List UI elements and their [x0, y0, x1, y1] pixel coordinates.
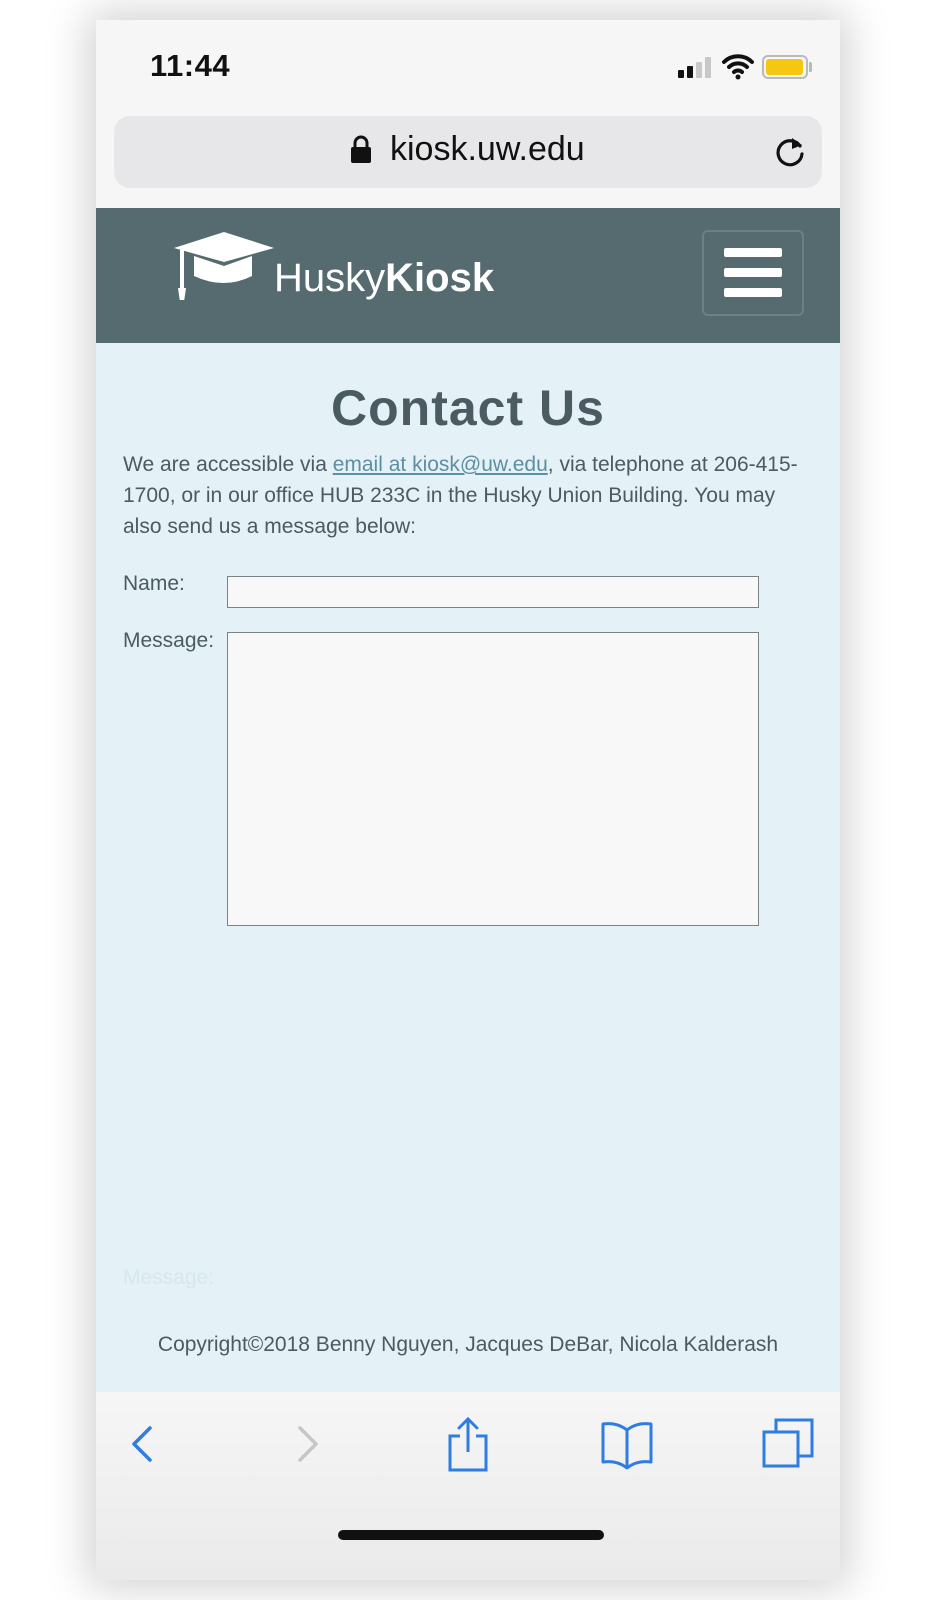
main-content: Contact Us We are accessible via email a… [96, 343, 840, 1398]
intro-text: We are accessible via email at kiosk@uw.… [123, 453, 798, 538]
logo-light-text: Husky [274, 256, 386, 300]
cellular-signal-icon [678, 56, 714, 78]
battery-icon [762, 55, 808, 79]
tabs-icon[interactable] [760, 1416, 816, 1472]
phone-frame: 11:44 kiosk.uw.edu HuskyKiosk Contact Us… [96, 20, 840, 1580]
message-label: Message: [123, 629, 215, 652]
browser-top-bar: 11:44 kiosk.uw.edu [96, 20, 840, 210]
page-title: Contact Us [331, 380, 605, 436]
home-indicator[interactable] [338, 1530, 604, 1540]
wifi-icon [722, 54, 754, 80]
bookmarks-icon[interactable] [599, 1416, 655, 1472]
name-label: Name: [123, 572, 185, 595]
url-text: kiosk.uw.edu [390, 130, 585, 168]
menu-icon [724, 248, 782, 257]
lock-icon [351, 135, 371, 163]
ghost-message-label: Message: [123, 1266, 215, 1289]
graduation-cap-icon[interactable] [172, 230, 276, 300]
back-icon[interactable] [114, 1416, 170, 1472]
reload-icon[interactable] [772, 134, 808, 170]
site-logo[interactable]: HuskyKiosk [274, 256, 494, 301]
logo-bold-text: Kiosk [385, 256, 495, 300]
message-textarea[interactable] [227, 632, 759, 926]
share-icon[interactable] [440, 1416, 496, 1472]
menu-button[interactable] [702, 230, 804, 316]
site-header: HuskyKiosk [96, 208, 840, 343]
forward-icon[interactable] [280, 1416, 336, 1472]
copyright-text: Copyright©2018 Benny Nguyen, Jacques DeB… [157, 1333, 779, 1356]
status-time: 11:44 [150, 48, 231, 83]
email-link[interactable]: email at kiosk@uw.edu [333, 453, 548, 476]
name-input[interactable] [227, 576, 759, 608]
browser-toolbar [96, 1392, 840, 1580]
address-bar[interactable]: kiosk.uw.edu [114, 116, 822, 188]
